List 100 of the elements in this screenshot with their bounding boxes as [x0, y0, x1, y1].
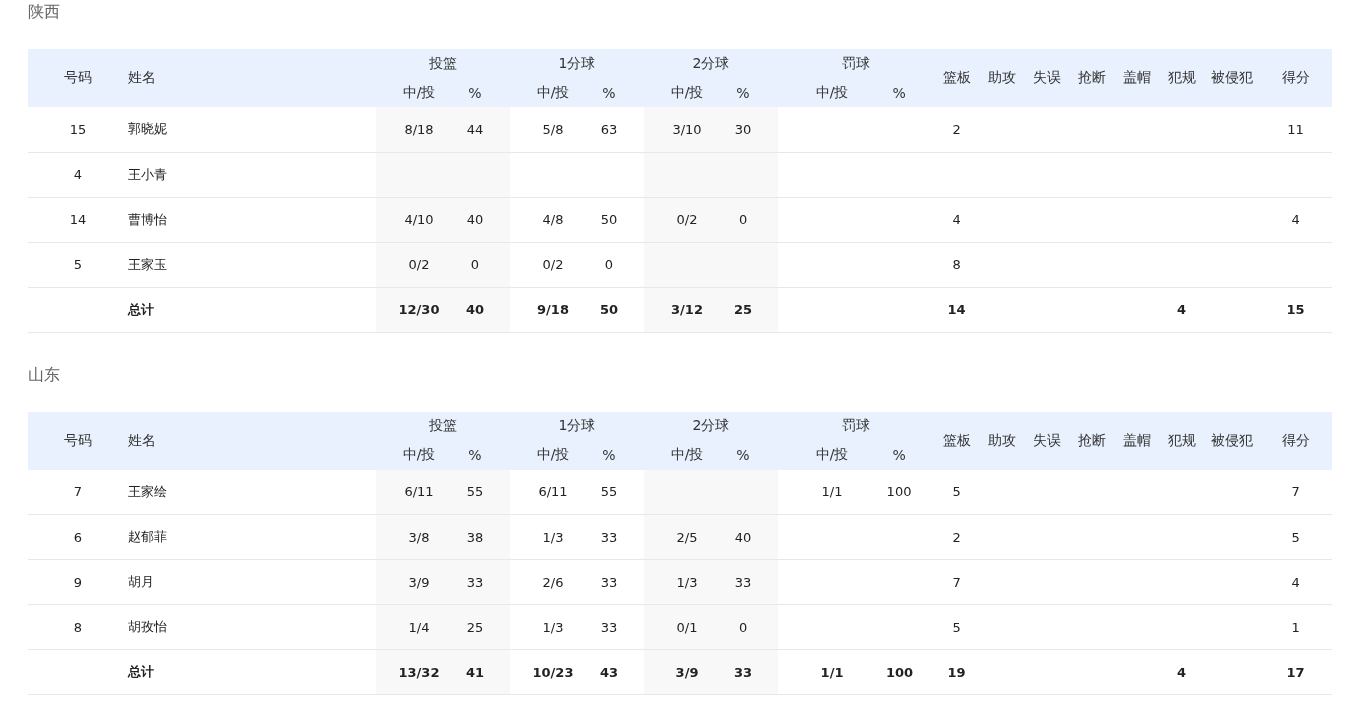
column-header: 失误: [1024, 49, 1070, 107]
column-header: 助攻: [979, 411, 1025, 470]
table-cell: 33: [462, 559, 510, 605]
table-cell: 9: [28, 559, 128, 605]
table-cell: 100: [886, 649, 935, 695]
table-cell: 14: [934, 287, 980, 332]
table-cell: 0: [596, 242, 644, 287]
table-cell: 8/18: [376, 107, 462, 152]
column-header: 失误: [1024, 411, 1070, 470]
table-cell: 0: [730, 604, 779, 650]
table-cell: 5/8: [510, 107, 596, 152]
column-header: %: [730, 78, 779, 107]
column-header: 中/投: [376, 440, 462, 470]
column-header: 抢断: [1069, 411, 1115, 470]
total-label: 总计: [128, 649, 376, 695]
column-header: 犯规: [1159, 49, 1205, 107]
table-cell: 40: [462, 197, 510, 242]
column-header: %: [462, 78, 510, 107]
column-group-header: 投篮: [376, 411, 510, 441]
column-header: 中/投: [510, 440, 596, 470]
table-cell: 41: [462, 649, 510, 695]
player-name: 王小青: [128, 152, 376, 197]
table-cell: 1/1: [778, 469, 887, 515]
table-cell: 6/11: [376, 469, 462, 515]
table-cell: 7: [28, 469, 128, 515]
table-cell: 7: [1259, 469, 1333, 515]
column-group-header: 1分球: [510, 49, 644, 78]
table-cell: 1/3: [510, 604, 596, 650]
team-title: 陕西: [28, 1, 61, 23]
player-name: 胡孜怡: [128, 604, 376, 650]
table-cell: 0: [462, 242, 510, 287]
table-cell: 6: [28, 514, 128, 560]
column-group-header: 2分球: [644, 411, 779, 441]
table-cell: 5: [1259, 514, 1333, 560]
column-header: %: [886, 78, 935, 107]
column-group-header: 投篮: [376, 49, 510, 78]
player-name: 曹博怡: [128, 197, 376, 242]
player-name: 郭晓妮: [128, 107, 376, 152]
column-group-header: 罚球: [778, 411, 935, 441]
table-cell: 14: [28, 197, 128, 242]
column-group-header: 1分球: [510, 411, 644, 441]
table-cell: 33: [596, 604, 644, 650]
table-cell: 25: [730, 287, 779, 332]
column-header: 中/投: [376, 78, 462, 107]
table-cell: 3/9: [644, 649, 730, 695]
column-group-header: 罚球: [778, 49, 935, 78]
column-header: 犯规: [1159, 411, 1205, 470]
column-header: 助攻: [979, 49, 1025, 107]
table-cell: 12/30: [376, 287, 462, 332]
table-cell: 0/1: [644, 604, 730, 650]
table-cell: 3/12: [644, 287, 730, 332]
column-header: 号码: [28, 49, 128, 107]
table-cell: 30: [730, 107, 779, 152]
table-cell: 1/4: [376, 604, 462, 650]
table-cell: 1: [1259, 604, 1333, 650]
table-cell: 8: [28, 604, 128, 650]
table-cell: 1/3: [644, 559, 730, 605]
total-label: 总计: [128, 287, 376, 332]
table-cell: 50: [596, 197, 644, 242]
column-header: 盖帽: [1114, 411, 1160, 470]
table-cell: 33: [730, 649, 779, 695]
table-cell: 15: [1259, 287, 1333, 332]
table-cell: 3/8: [376, 514, 462, 560]
column-group-header: 2分球: [644, 49, 779, 78]
column-header: 姓名: [128, 411, 376, 470]
table-cell: 3/9: [376, 559, 462, 605]
column-header: 姓名: [128, 49, 376, 107]
table-cell: 33: [596, 559, 644, 605]
column-header: 中/投: [644, 440, 730, 470]
table-cell: 50: [596, 287, 644, 332]
table-cell: 55: [596, 469, 644, 515]
table-cell: 0: [730, 197, 779, 242]
table-cell: 63: [596, 107, 644, 152]
table-cell: 4: [1259, 197, 1333, 242]
column-header: 抢断: [1069, 49, 1115, 107]
column-header: 中/投: [778, 78, 887, 107]
table-cell: 17: [1259, 649, 1333, 695]
table-cell: 38: [462, 514, 510, 560]
table-cell: 0/2: [376, 242, 462, 287]
column-header: 中/投: [510, 78, 596, 107]
table-cell: 55: [462, 469, 510, 515]
table-cell: 9/18: [510, 287, 596, 332]
table-cell: 0/2: [510, 242, 596, 287]
table-cell: 0/2: [644, 197, 730, 242]
column-header: 号码: [28, 411, 128, 470]
column-header: %: [886, 440, 935, 470]
table-cell: 1/1: [778, 649, 887, 695]
column-header: 中/投: [644, 78, 730, 107]
table-cell: 4: [28, 152, 128, 197]
column-header: 得分: [1259, 411, 1333, 470]
column-header: %: [596, 78, 644, 107]
player-name: 胡月: [128, 559, 376, 605]
table-cell: 100: [886, 469, 935, 515]
table-cell: 2/6: [510, 559, 596, 605]
column-header: 被侵犯: [1204, 411, 1260, 470]
table-cell: 4/10: [376, 197, 462, 242]
player-name: 赵郁菲: [128, 514, 376, 560]
table-cell: 19: [934, 649, 980, 695]
table-cell: 5: [934, 469, 980, 515]
table-cell: 4: [1259, 559, 1333, 605]
